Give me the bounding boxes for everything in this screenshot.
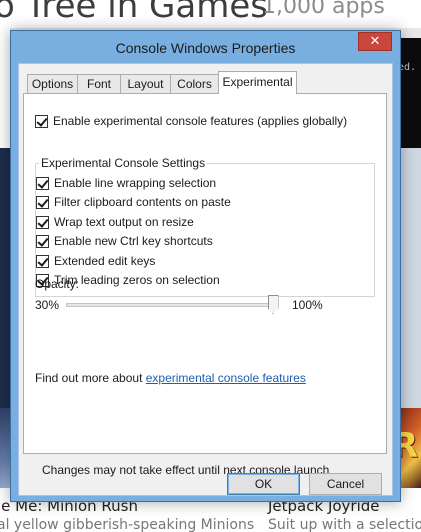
enable-experimental-checkbox[interactable]: Enable experimental console features (ap…	[35, 113, 347, 129]
tab-experimental[interactable]: Experimental	[218, 71, 297, 94]
experimental-tab-panel: Enable experimental console features (ap…	[23, 93, 387, 454]
line-wrapping-selection-checkbox[interactable]: Enable line wrapping selection	[36, 175, 216, 191]
store-app-count: 1,000 apps	[262, 0, 385, 19]
setting-label: Extended edit keys	[54, 254, 156, 268]
close-icon: ✕	[369, 34, 381, 49]
setting-label: Filter clipboard contents on paste	[54, 195, 231, 209]
opacity-label: Opacity:	[35, 277, 80, 291]
checkbox-checked-icon[interactable]	[35, 114, 48, 128]
app-description: Suit up with a selection	[268, 517, 421, 532]
store-title: o Tree in Games	[0, 0, 268, 26]
extended-edit-keys-checkbox[interactable]: Extended edit keys	[36, 253, 155, 269]
console-properties-dialog: Console Windows Properties ✕ Options Fon…	[10, 30, 401, 502]
checkbox-checked-icon[interactable]	[36, 215, 49, 229]
app-description: al yellow gibberish-speaking Minions	[0, 517, 255, 532]
dialog-title: Console Windows Properties	[115, 40, 296, 56]
checkbox-checked-icon[interactable]	[36, 176, 49, 190]
find-out-more-text: Find out more about	[35, 371, 146, 385]
tab-strip: Options Font Layout Colors Experimental	[27, 71, 387, 94]
ctrl-key-shortcuts-checkbox[interactable]: Enable new Ctrl key shortcuts	[36, 233, 213, 249]
experimental-settings-group: Experimental Console Settings Enable lin…	[35, 156, 375, 297]
group-label: Experimental Console Settings	[39, 156, 208, 170]
dialog-titlebar[interactable]: Console Windows Properties ✕	[11, 31, 400, 63]
opacity-slider-thumb[interactable]	[267, 295, 279, 314]
setting-label: Wrap text output on resize	[54, 215, 194, 229]
checkbox-checked-icon[interactable]	[36, 254, 49, 268]
opacity-max-label: 100%	[292, 298, 323, 312]
dialog-client-area: Options Font Layout Colors Experimental …	[18, 63, 393, 496]
store-header: o Tree in Games 1,000 apps	[0, 0, 421, 30]
checkbox-checked-icon[interactable]	[36, 195, 49, 209]
ok-button[interactable]: OK	[227, 473, 300, 495]
wrap-text-output-checkbox[interactable]: Wrap text output on resize	[36, 214, 194, 230]
enable-experimental-label: Enable experimental console features (ap…	[53, 114, 348, 128]
setting-label: Enable new Ctrl key shortcuts	[54, 234, 213, 248]
checkbox-checked-icon[interactable]	[36, 234, 49, 248]
cancel-button[interactable]: Cancel	[309, 473, 382, 495]
tab-layout[interactable]: Layout	[120, 74, 171, 93]
experimental-features-link[interactable]: experimental console features	[146, 371, 306, 385]
find-out-more: Find out more about experimental console…	[35, 371, 306, 385]
close-button[interactable]: ✕	[358, 32, 392, 51]
opacity-min-label: 30%	[35, 298, 60, 312]
tab-font[interactable]: Font	[77, 74, 121, 93]
setting-label: Enable line wrapping selection	[54, 176, 217, 190]
filter-clipboard-checkbox[interactable]: Filter clipboard contents on paste	[36, 194, 231, 210]
tab-options[interactable]: Options	[27, 74, 78, 93]
tab-colors[interactable]: Colors	[170, 74, 219, 93]
opacity-slider-track[interactable]	[66, 303, 273, 307]
background-panel	[0, 148, 10, 408]
